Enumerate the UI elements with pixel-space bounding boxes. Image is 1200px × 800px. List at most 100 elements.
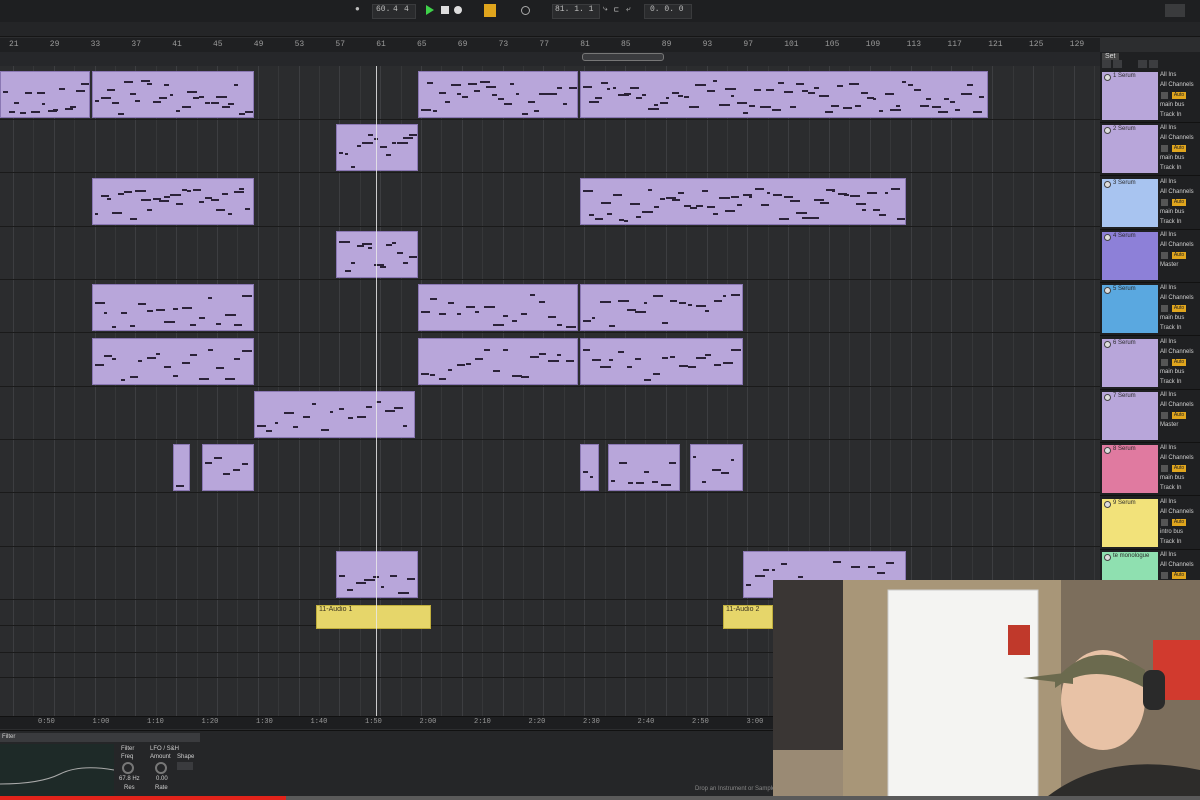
loop-brace[interactable] (582, 53, 664, 61)
play-icon[interactable] (426, 5, 434, 15)
monitor-in-button[interactable] (1161, 305, 1168, 312)
track-fold-icon[interactable] (1104, 74, 1111, 81)
midi-clip[interactable] (418, 284, 578, 331)
arrangement-overview[interactable] (0, 22, 1200, 37)
midi-clip[interactable] (418, 338, 578, 385)
midi-clip[interactable] (0, 71, 90, 118)
track-io-selector[interactable]: All Channels (1160, 509, 1200, 515)
monitor-in-button[interactable] (1161, 199, 1168, 206)
track-fold-icon[interactable] (1104, 447, 1111, 454)
track-io-selector[interactable]: Track In (1160, 165, 1200, 171)
track-name[interactable]: 9 Serum (1113, 500, 1136, 506)
track-header[interactable]: 5 Serum All Ins All Channels main bus Track … (1100, 283, 1200, 336)
track-header[interactable]: 6 Serum All Ins All Channels main bus Track … (1100, 337, 1200, 390)
track-io-selector[interactable]: All Channels (1160, 349, 1200, 355)
midi-clip[interactable] (92, 178, 254, 225)
track-io-selector[interactable]: main bus (1160, 315, 1200, 321)
track-io-selector[interactable]: All Channels (1160, 562, 1200, 568)
monitor-auto-button[interactable]: Auto (1172, 145, 1186, 152)
monitor-auto-button[interactable]: Auto (1172, 519, 1186, 526)
track-header[interactable]: 1 Serum All Ins All Channels main bus Track … (1100, 70, 1200, 123)
set-button[interactable]: Set (1102, 53, 1119, 60)
track-name[interactable]: 1 Serum (1113, 73, 1136, 79)
track-header[interactable]: 8 Serum All Ins All Channels main bus Track … (1100, 443, 1200, 496)
midi-clip[interactable] (580, 178, 906, 225)
track-io-selector[interactable]: All Ins (1160, 72, 1200, 78)
monitor-in-button[interactable] (1161, 145, 1168, 152)
monitor-auto-button[interactable]: Auto (1172, 305, 1186, 312)
track-io-selector[interactable]: All Channels (1160, 295, 1200, 301)
track-io-selector[interactable]: All Channels (1160, 402, 1200, 408)
track-io-selector[interactable]: main bus (1160, 475, 1200, 481)
track-io-selector[interactable]: main bus (1160, 155, 1200, 161)
punch-out-icon[interactable]: ⤶ (626, 5, 630, 14)
track-fold-icon[interactable] (1104, 501, 1111, 508)
track-fold-icon[interactable] (1104, 287, 1111, 294)
track-io-selector[interactable]: All Ins (1160, 392, 1200, 398)
meter-numerator[interactable]: 4 (393, 5, 398, 14)
record-icon[interactable] (454, 6, 462, 14)
loop-switch-icon[interactable]: ⊏ (614, 5, 619, 15)
midi-clip[interactable] (92, 338, 254, 385)
track-fold-icon[interactable] (1104, 234, 1111, 241)
midi-clip[interactable] (580, 338, 743, 385)
track-header[interactable]: 3 Serum All Ins All Channels main bus Track … (1100, 177, 1200, 230)
midi-clip[interactable] (690, 444, 743, 491)
midi-clip[interactable] (336, 231, 418, 278)
io-toggle-icon[interactable] (1149, 60, 1158, 68)
track-fold-icon[interactable] (1104, 341, 1111, 348)
midi-clip[interactable] (580, 444, 599, 491)
track-name[interactable]: 6 Serum (1113, 340, 1136, 346)
monitor-auto-button[interactable]: Auto (1172, 252, 1186, 259)
monitor-auto-button[interactable]: Auto (1172, 412, 1186, 419)
amount-value[interactable]: 0.00 (156, 776, 168, 782)
track-io-selector[interactable]: main bus (1160, 102, 1200, 108)
track-header[interactable]: 9 Serum All Ins All Channels intro bus Track… (1100, 497, 1200, 550)
track-io-selector[interactable]: Track In (1160, 539, 1200, 545)
midi-clip[interactable] (418, 71, 578, 118)
midi-clip[interactable] (254, 391, 415, 438)
monitor-in-button[interactable] (1161, 519, 1168, 526)
track-io-selector[interactable]: All Ins (1160, 339, 1200, 345)
track-name[interactable]: 7 Serum (1113, 393, 1136, 399)
monitor-auto-button[interactable]: Auto (1172, 199, 1186, 206)
track-lane[interactable] (0, 493, 1100, 547)
track-io-selector[interactable]: All Channels (1160, 189, 1200, 195)
track-header[interactable]: 2 Serum All Ins All Channels main bus Track … (1100, 123, 1200, 176)
track-io-selector[interactable]: All Channels (1160, 242, 1200, 248)
device-title-bar[interactable] (0, 733, 200, 742)
fold-icon[interactable] (1102, 60, 1111, 68)
meter-denominator[interactable]: 4 (404, 5, 409, 14)
stop-icon[interactable] (441, 6, 449, 14)
track-io-selector[interactable]: Track In (1160, 112, 1200, 118)
track-io-selector[interactable]: Track In (1160, 325, 1200, 331)
track-lane[interactable] (0, 119, 1100, 173)
track-fold-icon[interactable] (1104, 181, 1111, 188)
monitor-in-button[interactable] (1161, 359, 1168, 366)
midi-clip[interactable] (336, 551, 418, 598)
track-io-selector[interactable]: Track In (1160, 485, 1200, 491)
track-lane[interactable] (0, 386, 1100, 440)
midi-clip[interactable] (580, 284, 743, 331)
track-io-selector[interactable]: All Ins (1160, 445, 1200, 451)
monitor-auto-button[interactable]: Auto (1172, 572, 1186, 579)
midi-clip[interactable] (202, 444, 254, 491)
track-header[interactable]: 7 Serum All Ins All Channels Master Auto (1100, 390, 1200, 443)
track-io-selector[interactable]: All Channels (1160, 135, 1200, 141)
unfold-icon[interactable] (1113, 60, 1122, 68)
track-io-selector[interactable]: All Ins (1160, 125, 1200, 131)
track-fold-icon[interactable] (1104, 394, 1111, 401)
track-io-selector[interactable]: Track In (1160, 379, 1200, 385)
freq-knob[interactable] (122, 762, 134, 774)
midi-clip[interactable] (92, 71, 254, 118)
loop-circle-icon[interactable] (521, 6, 530, 15)
monitor-in-button[interactable] (1161, 465, 1168, 472)
track-io-selector[interactable]: All Ins (1160, 552, 1200, 558)
monitor-in-button[interactable] (1161, 412, 1168, 419)
track-io-selector[interactable]: All Ins (1160, 232, 1200, 238)
audio-clip[interactable]: 11-Audio 1 (316, 605, 431, 629)
automation-icon[interactable] (1138, 60, 1147, 68)
monitor-in-button[interactable] (1161, 92, 1168, 99)
track-io-selector[interactable]: All Ins (1160, 179, 1200, 185)
track-io-selector[interactable]: main bus (1160, 369, 1200, 375)
